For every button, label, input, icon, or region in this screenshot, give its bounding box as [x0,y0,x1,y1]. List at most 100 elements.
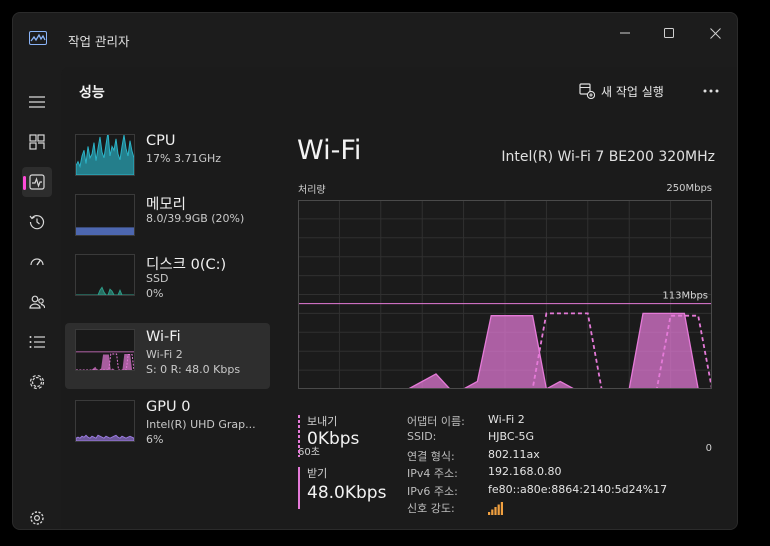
task-manager-window: 작업 관리자 성능 새 작업 실행 CPU 17% 3.71GHz 메모리 8.… [12,12,738,530]
info-value: fe80::a80e:8864:2140:5d24%17 [488,482,668,496]
nav-performance[interactable] [22,167,52,197]
window-title: 작업 관리자 [68,34,130,49]
send-value: 0Kbps [307,429,360,449]
more-options-button[interactable] [699,79,723,103]
perf-item-detail: 8.0/39.9GB (20%) [146,212,245,225]
signal-bar [494,506,497,515]
disk-thumbnail [75,254,135,296]
signal-strength-icon [488,501,503,515]
info-key: IPv4 주소: [407,467,458,481]
receive-value: 48.0Kbps [307,483,387,503]
app-history-icon [29,215,45,230]
perf-item-name: CPU [146,133,176,149]
main-content: 성능 새 작업 실행 CPU 17% 3.71GHz 메모리 8.0/39.9G… [61,67,737,529]
perf-item-name: GPU 0 [146,399,191,415]
processes-icon [29,134,45,150]
signal-bar [488,511,491,515]
x-axis-right-label: 0 [705,443,712,454]
perf-item-cpu[interactable]: CPU 17% 3.71GHz [65,125,270,191]
perf-item-detail: SSD [146,272,169,285]
thumbnail-area [76,434,134,441]
services-icon [29,374,45,390]
nav-processes[interactable] [22,127,52,157]
close-button[interactable] [701,22,729,44]
active-indicator [23,176,26,190]
performance-icon [29,174,45,190]
page-title: 성능 [79,85,105,101]
memory-thumbnail [75,194,135,236]
settings-icon [30,511,44,525]
info-value: Wi-Fi 2 [488,413,525,426]
info-key: SSID: [407,430,437,444]
perf-item-detail: 17% 3.71GHz [146,152,222,165]
info-key: 신호 강도: [407,501,455,515]
new-task-label: 새 작업 실행 [601,84,664,99]
perf-item-usage: 0% [146,287,164,300]
performance-list: CPU 17% 3.71GHz 메모리 8.0/39.9GB (20%) 디스크… [61,121,273,529]
nav-settings[interactable] [22,503,52,529]
nav-app-history[interactable] [22,207,52,237]
adapter-name: Intel(R) Wi-Fi 7 BE200 320MHz [501,149,715,165]
send-stat: 보내기 0Kbps [298,413,398,461]
detail-panel: Wi-Fi Intel(R) Wi-Fi 7 BE200 320MHz 처리량 … [287,121,737,529]
info-key: IPv6 주소: [407,484,458,498]
perf-item-wifi[interactable]: Wi-Fi Wi-Fi 2 S: 0 R: 48.0 Kbps [65,323,270,389]
nav-menu-button[interactable] [22,87,52,117]
signal-bar [500,501,503,515]
perf-item-throughput: S: 0 R: 48.0 Kbps [146,363,241,376]
signal-bar [497,504,500,515]
wifi-thumbnail [75,329,135,371]
navigation-pane [13,67,61,529]
hamburger-icon [29,96,45,108]
nav-details[interactable] [22,327,52,357]
info-key: 연결 형식: [407,449,455,463]
perf-item-detail: Intel(R) UHD Grap... [146,418,256,431]
details-icon [29,336,45,348]
throughput-chart: 113Mbps [298,200,712,389]
receive-label: 받기 [307,467,328,480]
task-manager-icon [29,31,47,45]
info-value: 802.11ax [488,447,540,461]
detail-title: Wi-Fi [297,135,362,166]
thumbnail-area [76,354,134,370]
page-header: 성능 새 작업 실행 [61,67,737,115]
send-label: 보내기 [307,415,338,428]
maximize-button[interactable] [655,22,683,44]
perf-item-memory[interactable]: 메모리 8.0/39.9GB (20%) [65,185,270,251]
y-axis-label: 처리량 [298,185,326,196]
y-max-label: 250Mbps [666,183,712,194]
close-icon [709,27,721,39]
perf-item-gpu[interactable]: GPU 0 Intel(R) UHD Grap... 6% [65,391,270,457]
maximize-icon [664,28,674,38]
nav-users[interactable] [22,287,52,317]
perf-item-usage: 6% [146,433,164,446]
more-icon [703,89,719,93]
new-task-button[interactable]: 새 작업 실행 [579,81,664,101]
perf-item-disk[interactable]: 디스크 0(C:) SSD 0% [65,245,270,311]
perf-item-name: 메모리 [146,197,187,213]
title-bar[interactable]: 작업 관리자 [13,13,737,67]
send-indicator [298,415,300,457]
info-value: 192.168.0.80 [488,465,562,479]
perf-item-detail: Wi-Fi 2 [146,348,183,361]
gpu-thumbnail [75,400,135,442]
users-icon [29,295,45,309]
perf-item-name: 디스크 0(C:) [146,257,227,273]
receive-stat: 받기 48.0Kbps [298,465,408,513]
info-key: 어댑터 이름: [407,415,465,428]
thumbnail-area [76,135,134,175]
startup-apps-icon [30,258,44,266]
nav-services[interactable] [22,367,52,397]
new-task-icon [579,83,595,99]
thumbnail-area [76,286,134,295]
minimize-button[interactable] [611,22,639,44]
minimize-icon [620,32,630,34]
cpu-thumbnail [75,134,135,176]
info-value: HJBC-5G [488,430,535,444]
signal-bar [491,509,494,515]
nav-startup-apps[interactable] [22,247,52,277]
receive-indicator [298,467,300,509]
perf-item-name: Wi-Fi [146,329,181,345]
reference-line-label: 113Mbps [662,291,708,302]
thumbnail-fill [76,227,134,235]
